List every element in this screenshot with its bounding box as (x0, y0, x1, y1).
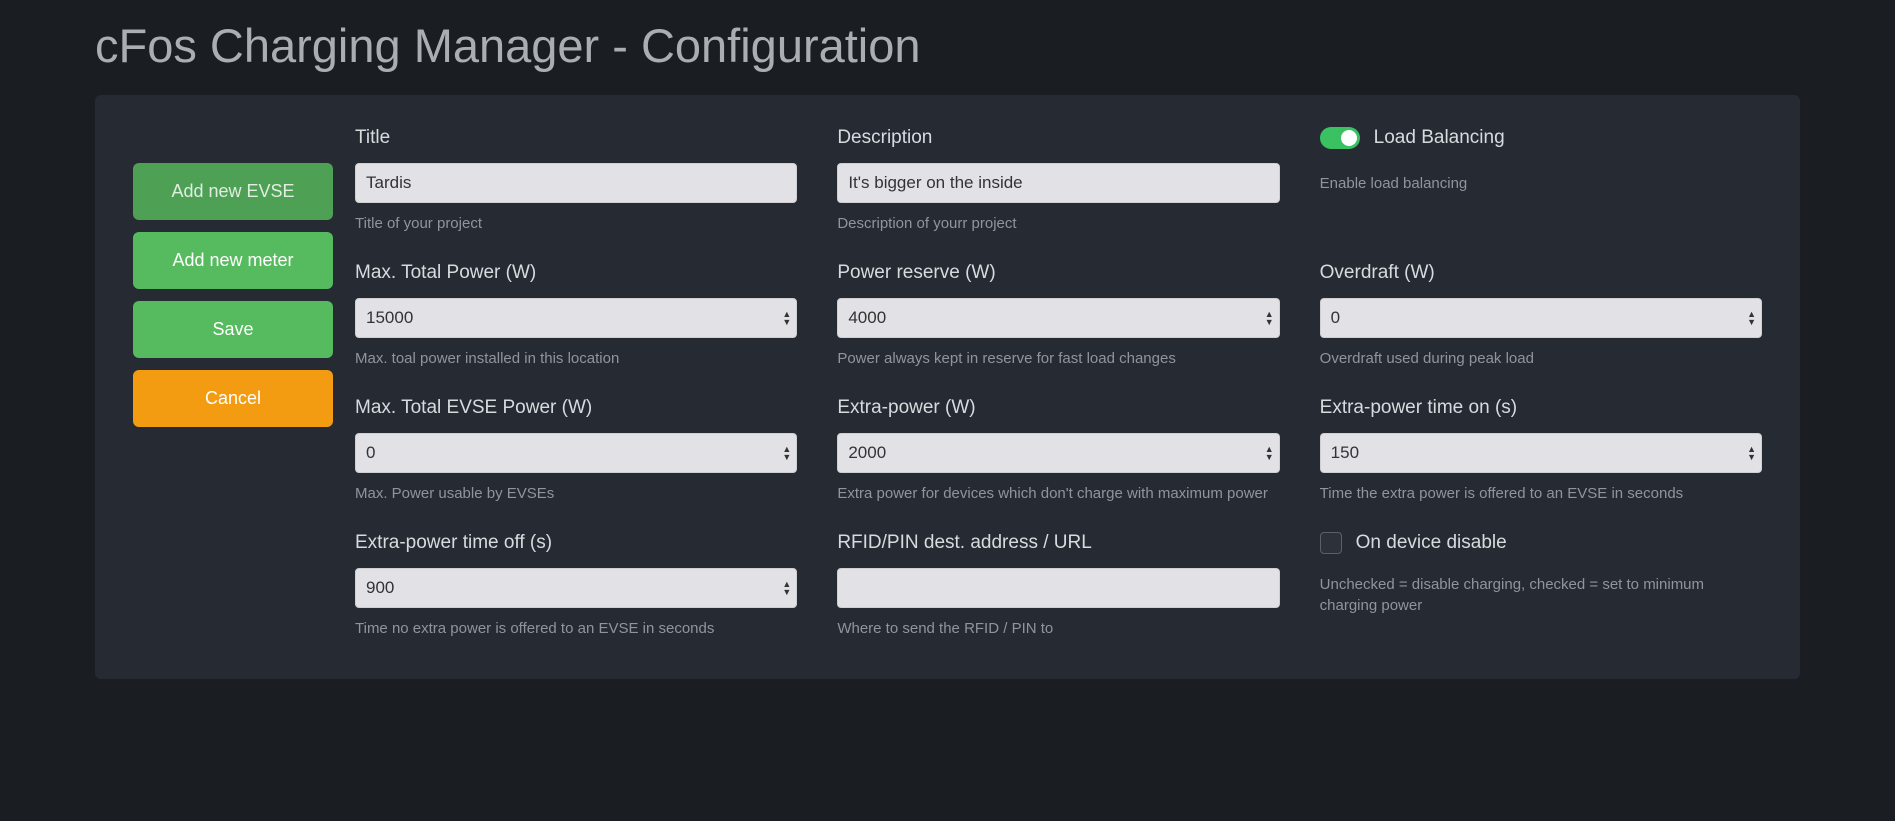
help-description: Description of yourr project (837, 213, 1279, 234)
field-description: Description Description of yourr project (837, 127, 1279, 234)
extra-power-time-off-input[interactable] (355, 568, 797, 608)
toggle-knob (1341, 130, 1357, 146)
label-rfid-url: RFID/PIN dest. address / URL (837, 532, 1279, 554)
help-extra-power-time-on: Time the extra power is offered to an EV… (1320, 483, 1762, 504)
label-extra-power-time-on: Extra-power time on (s) (1320, 397, 1762, 419)
spinner-icon[interactable]: ▲▼ (1265, 310, 1274, 326)
extra-power-input[interactable] (837, 433, 1279, 473)
config-form: Title Title of your project Description … (355, 127, 1762, 639)
extra-power-time-on-input[interactable] (1320, 433, 1762, 473)
spinner-icon[interactable]: ▲▼ (782, 580, 791, 596)
description-input[interactable] (837, 163, 1279, 203)
max-total-power-input[interactable] (355, 298, 797, 338)
spinner-icon[interactable]: ▲▼ (1747, 310, 1756, 326)
save-button[interactable]: Save (133, 301, 333, 358)
help-load-balancing: Enable load balancing (1320, 173, 1762, 194)
on-device-disable-checkbox[interactable] (1320, 532, 1342, 554)
cancel-button[interactable]: Cancel (133, 370, 333, 427)
label-max-evse-power: Max. Total EVSE Power (W) (355, 397, 797, 419)
label-load-balancing: Load Balancing (1374, 127, 1505, 149)
label-description: Description (837, 127, 1279, 149)
spinner-icon[interactable]: ▲▼ (1747, 445, 1756, 461)
config-panel: Add new EVSE Add new meter Save Cancel T… (95, 95, 1800, 679)
help-overdraft: Overdraft used during peak load (1320, 348, 1762, 369)
field-power-reserve: Power reserve (W) ▲▼ Power always kept i… (837, 262, 1279, 369)
help-max-evse-power: Max. Power usable by EVSEs (355, 483, 797, 504)
load-balancing-toggle[interactable] (1320, 127, 1360, 149)
field-title: Title Title of your project (355, 127, 797, 234)
label-power-reserve: Power reserve (W) (837, 262, 1279, 284)
help-max-total-power: Max. toal power installed in this locati… (355, 348, 797, 369)
label-on-device-disable: On device disable (1356, 532, 1507, 554)
label-extra-power: Extra-power (W) (837, 397, 1279, 419)
spinner-icon[interactable]: ▲▼ (782, 310, 791, 326)
field-extra-power: Extra-power (W) ▲▼ Extra power for devic… (837, 397, 1279, 504)
overdraft-input[interactable] (1320, 298, 1762, 338)
help-extra-power: Extra power for devices which don't char… (837, 483, 1279, 504)
add-meter-button[interactable]: Add new meter (133, 232, 333, 289)
add-evse-button[interactable]: Add new EVSE (133, 163, 333, 220)
label-overdraft: Overdraft (W) (1320, 262, 1762, 284)
title-input[interactable] (355, 163, 797, 203)
rfid-url-input[interactable] (837, 568, 1279, 608)
help-title: Title of your project (355, 213, 797, 234)
label-max-total-power: Max. Total Power (W) (355, 262, 797, 284)
field-on-device-disable: On device disable Unchecked = disable ch… (1320, 532, 1762, 639)
page-title: cFos Charging Manager - Configuration (95, 18, 1800, 73)
help-rfid-url: Where to send the RFID / PIN to (837, 618, 1279, 639)
help-extra-power-time-off: Time no extra power is offered to an EVS… (355, 618, 797, 639)
label-extra-power-time-off: Extra-power time off (s) (355, 532, 797, 554)
field-overdraft: Overdraft (W) ▲▼ Overdraft used during p… (1320, 262, 1762, 369)
field-max-evse-power: Max. Total EVSE Power (W) ▲▼ Max. Power … (355, 397, 797, 504)
help-power-reserve: Power always kept in reserve for fast lo… (837, 348, 1279, 369)
spinner-icon[interactable]: ▲▼ (1265, 445, 1274, 461)
field-load-balancing: Load Balancing Enable load balancing (1320, 127, 1762, 234)
power-reserve-input[interactable] (837, 298, 1279, 338)
sidebar: Add new EVSE Add new meter Save Cancel (133, 163, 333, 639)
field-extra-power-time-off: Extra-power time off (s) ▲▼ Time no extr… (355, 532, 797, 639)
label-title: Title (355, 127, 797, 149)
spinner-icon[interactable]: ▲▼ (782, 445, 791, 461)
field-max-total-power: Max. Total Power (W) ▲▼ Max. toal power … (355, 262, 797, 369)
field-rfid-url: RFID/PIN dest. address / URL Where to se… (837, 532, 1279, 639)
field-extra-power-time-on: Extra-power time on (s) ▲▼ Time the extr… (1320, 397, 1762, 504)
max-evse-power-input[interactable] (355, 433, 797, 473)
help-on-device-disable: Unchecked = disable charging, checked = … (1320, 574, 1762, 616)
